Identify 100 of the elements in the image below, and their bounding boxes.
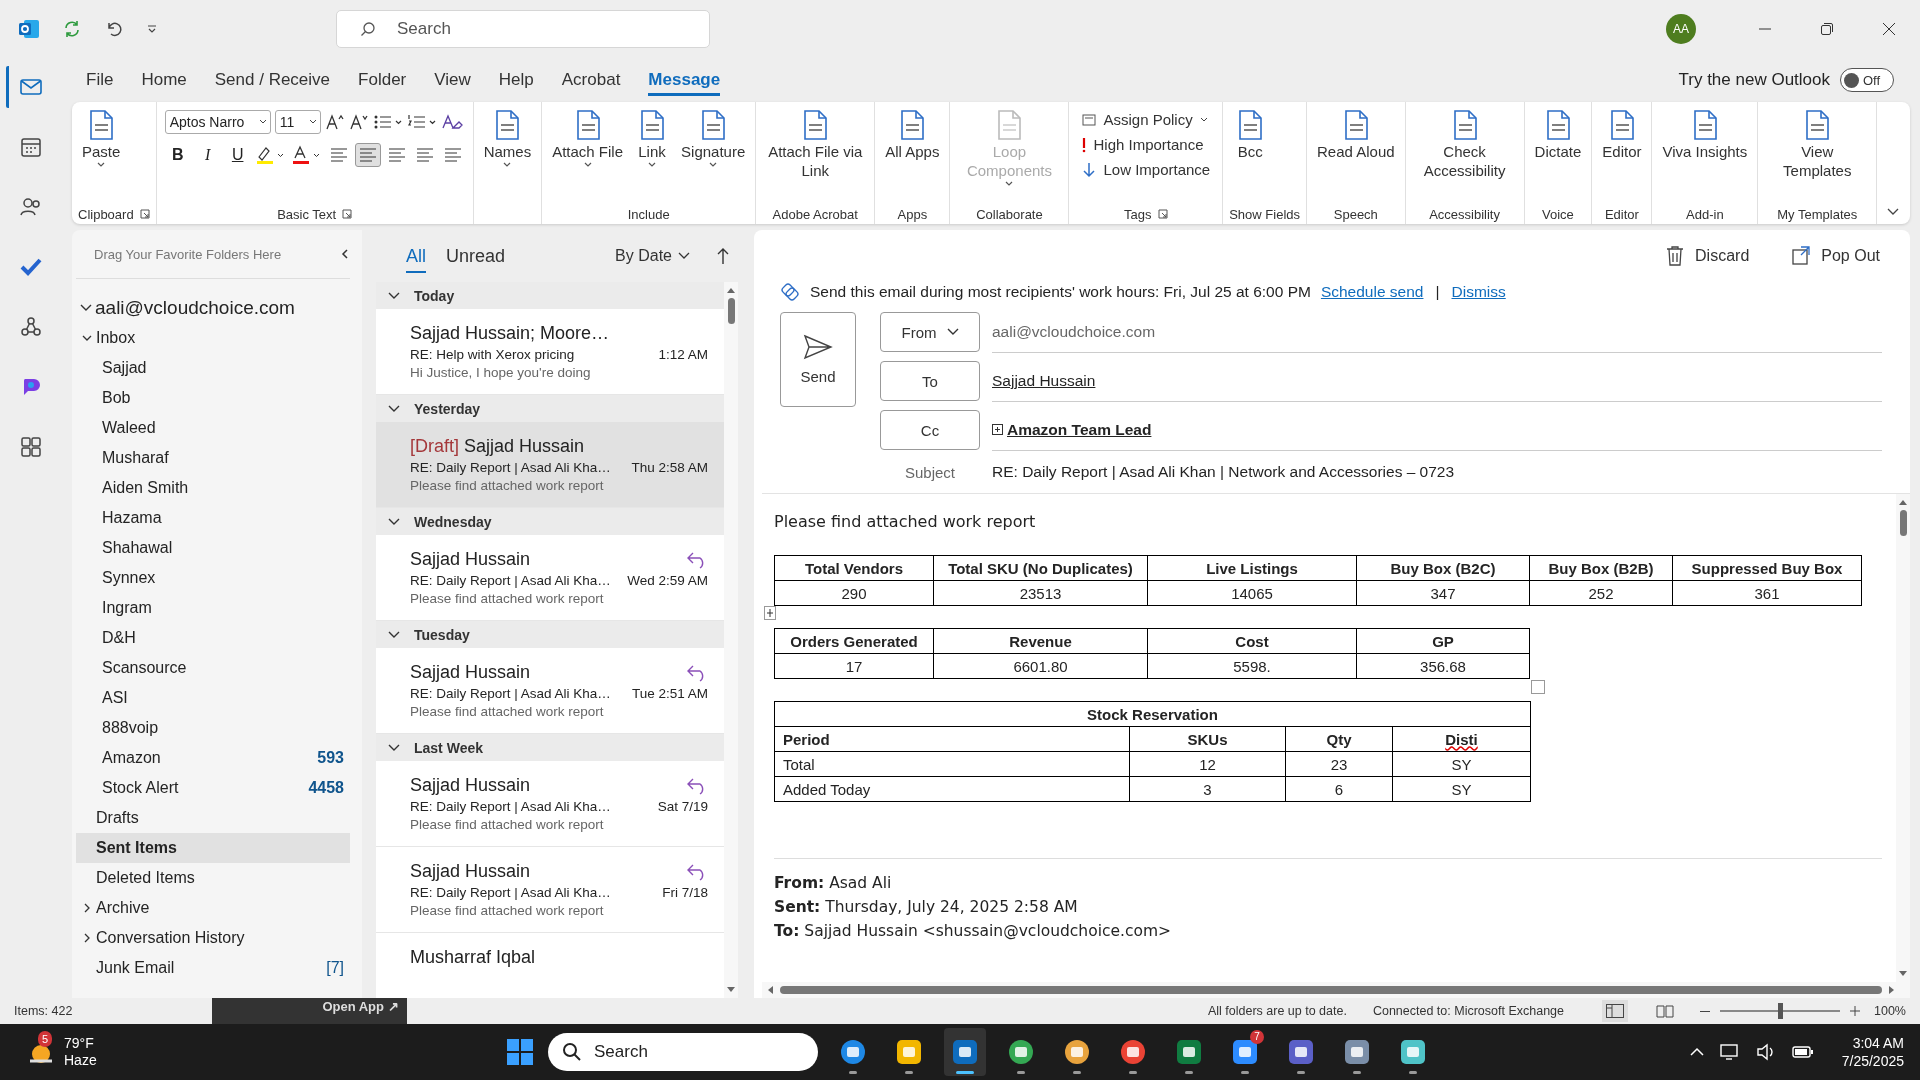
ribbon-button[interactable]: Editor <box>1598 106 1646 163</box>
schedule-send-link[interactable]: Schedule send <box>1320 283 1424 301</box>
ribbon-button[interactable]: View Templates <box>1764 106 1871 182</box>
dismiss-link[interactable]: Dismiss <box>1451 283 1506 301</box>
folder-item[interactable]: Archive <box>76 893 350 923</box>
grow-font-icon[interactable] <box>324 113 345 131</box>
scroll-up-icon[interactable] <box>1898 498 1908 506</box>
ribbon-button[interactable]: Names <box>479 106 536 171</box>
folder-item[interactable]: Deleted Items <box>76 863 350 893</box>
toggle-switch[interactable]: Off <box>1840 68 1894 92</box>
avatar[interactable]: AA <box>1666 14 1696 44</box>
taskbar-button[interactable]: 7 <box>1224 1028 1266 1076</box>
scroll-down-icon[interactable] <box>1898 970 1908 978</box>
scroll-thumb[interactable] <box>727 298 735 324</box>
battery-icon[interactable] <box>1791 1045 1814 1059</box>
dialog-launcher-icon[interactable] <box>1157 209 1168 219</box>
ribbon-button[interactable]: Paste <box>78 106 125 171</box>
restore-icon[interactable] <box>1820 22 1834 36</box>
table-resize-handle[interactable] <box>1531 680 1545 694</box>
folder-item[interactable]: Conversation History <box>76 923 350 953</box>
folder-item[interactable]: ASI <box>76 683 350 713</box>
folder-item[interactable]: Synnex <box>76 563 350 593</box>
field-button[interactable]: To <box>880 361 980 401</box>
folder-item[interactable]: Drafts <box>76 803 350 833</box>
search-field[interactable]: Search <box>336 10 710 48</box>
clock-time[interactable]: 3:04 AM <box>1852 1034 1904 1052</box>
field-button[interactable]: From <box>880 312 980 352</box>
collapse-pane-icon[interactable] <box>340 248 350 260</box>
bullets-icon[interactable] <box>372 113 403 131</box>
folder-item[interactable]: Aiden Smith <box>76 473 350 503</box>
chevron-up-icon[interactable] <box>1689 1047 1704 1057</box>
filter-tab[interactable]: All <box>406 239 426 273</box>
ribbon-button[interactable]: Viva Insights <box>1658 106 1752 163</box>
folder-item[interactable]: Musharaf <box>76 443 350 473</box>
send-button[interactable]: Send <box>780 312 856 407</box>
clock-date[interactable]: 7/25/2025 <box>1841 1052 1904 1070</box>
scrollbar[interactable] <box>1896 494 1910 982</box>
ribbon-button[interactable]: Attach File via Link <box>762 106 869 182</box>
open-app-popup[interactable]: Open App ↗ <box>212 998 407 1024</box>
group-header[interactable]: Wednesday <box>376 508 724 535</box>
ribbon-button[interactable]: Check Accessibility <box>1411 106 1518 182</box>
ribbon-button[interactable]: Assign Policy <box>1075 108 1217 131</box>
action-button[interactable]: Pop Out <box>1785 244 1886 268</box>
filter-tab[interactable]: Unread <box>446 239 506 273</box>
recipient[interactable]: Sajjad Hussain <box>992 371 1096 390</box>
dialog-launcher-icon[interactable] <box>139 209 150 219</box>
volume-icon[interactable] <box>1755 1043 1776 1061</box>
folder-item[interactable]: Hazama <box>76 503 350 533</box>
group-header[interactable]: Tuesday <box>376 621 724 648</box>
scroll-right-icon[interactable] <box>1888 985 1896 995</box>
numbering-icon[interactable] <box>406 113 437 131</box>
chevron-icon[interactable] <box>388 404 400 413</box>
menu-tab[interactable]: Message <box>634 64 735 96</box>
chevron-icon[interactable] <box>388 517 400 526</box>
scroll-left-icon[interactable] <box>766 985 774 995</box>
menu-tab[interactable]: Folder <box>344 64 421 96</box>
normal-view-icon[interactable] <box>1602 1000 1628 1022</box>
taskbar-button[interactable] <box>944 1028 986 1076</box>
recipient[interactable]: Amazon Team Lead <box>1007 420 1152 439</box>
group-header[interactable]: Today <box>376 282 724 309</box>
sync-icon[interactable] <box>62 19 82 39</box>
ribbon-button[interactable]: Bcc <box>1229 106 1272 163</box>
folder-item[interactable]: Junk Email [7] <box>76 953 350 983</box>
table-move-handle[interactable] <box>764 606 776 620</box>
folder-item[interactable]: Scansource <box>76 653 350 683</box>
horizontal-scrollbar[interactable] <box>762 982 1910 998</box>
folder-item[interactable]: 888voip <box>76 713 350 743</box>
scroll-down-icon[interactable] <box>726 986 736 994</box>
menu-tab[interactable]: File <box>72 64 128 96</box>
ribbon-button[interactable]: Read Aloud <box>1313 106 1399 163</box>
scroll-thumb[interactable] <box>1899 510 1907 536</box>
chevron-icon[interactable] <box>388 630 400 639</box>
ribbon-button[interactable]: Attach File <box>548 106 628 171</box>
folder-item[interactable]: Ingram <box>76 593 350 623</box>
chevron-icon[interactable] <box>82 333 92 343</box>
ribbon-button[interactable]: Dictate <box>1530 106 1586 163</box>
ribbon-button[interactable]: Low Importance <box>1075 158 1217 181</box>
folder-item[interactable]: Sent Items <box>76 833 350 863</box>
close-icon[interactable] <box>1882 22 1896 36</box>
zoom-slider[interactable] <box>1720 1003 1840 1019</box>
field-button[interactable]: Cc <box>880 410 980 450</box>
message-item[interactable]: [Draft] Sajjad Hussain RE: Daily Report | Asad Ali Kha… Thu 2:58 AM Please find attached work report <box>376 422 724 508</box>
folder-item[interactable]: D&H <box>76 623 350 653</box>
sort-direction-icon[interactable] <box>716 247 730 265</box>
taskbar-search-field[interactable]: Search <box>548 1033 818 1071</box>
collapse-ribbon-icon[interactable] <box>1886 206 1900 216</box>
ribbon-button[interactable]: Signature <box>677 106 750 171</box>
clear-format-icon[interactable] <box>440 113 463 131</box>
menu-tab[interactable]: Send / Receive <box>200 64 345 96</box>
windows-start-icon[interactable] <box>506 1038 534 1066</box>
menu-tab[interactable]: Acrobat <box>547 64 635 96</box>
folder-item[interactable]: Shahawal <box>76 533 350 563</box>
ribbon-button[interactable]: High Importance <box>1075 133 1217 156</box>
scrollbar[interactable] <box>724 282 738 998</box>
alignment-icon[interactable] <box>354 143 381 167</box>
expand-group-icon[interactable] <box>992 424 1003 435</box>
folder-item[interactable]: Waleed <box>76 413 350 443</box>
format-button[interactable]: B <box>164 142 191 168</box>
sort-button[interactable]: By Date <box>609 246 696 266</box>
group-header[interactable]: Yesterday <box>376 395 724 422</box>
